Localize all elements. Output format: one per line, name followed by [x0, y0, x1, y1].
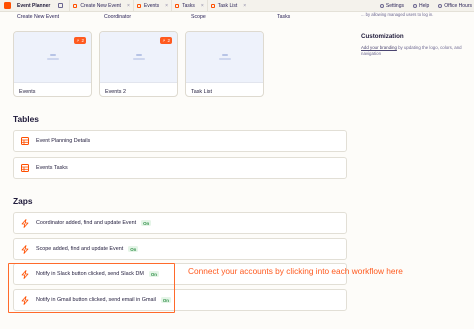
- zap-icon: ⚡: [162, 37, 166, 43]
- add-branding-link[interactable]: Add your branding: [361, 45, 397, 50]
- status-badge: On: [141, 220, 152, 226]
- interface-card-label: Events 2: [105, 89, 126, 95]
- table-icon: [21, 137, 29, 145]
- settings-button[interactable]: Settings: [379, 3, 404, 9]
- tab-events[interactable]: Events ×: [132, 0, 171, 11]
- interface-preview: [186, 32, 263, 83]
- page-icon: [210, 3, 215, 8]
- zap-row-label: Scope added, find and update Event: [36, 246, 124, 252]
- table-icon: [21, 164, 29, 172]
- zap-icon: [21, 218, 29, 228]
- app-logo: [4, 2, 11, 9]
- interface-card-scope[interactable]: Scope: [187, 12, 206, 21]
- page-icon: [136, 3, 141, 8]
- tab-tasks[interactable]: Tasks ×: [171, 0, 207, 11]
- zap-icon: ⚡: [76, 37, 80, 43]
- help-icon: [413, 3, 417, 8]
- zap-icon: [21, 244, 29, 254]
- table-row-label: Event Planning Details: [36, 138, 91, 144]
- callout-highlight-box: [8, 263, 175, 313]
- interface-card-events[interactable]: ⚡ 2 Events: [13, 31, 92, 97]
- sidebar-description: ... by allowing managed users to log in.: [361, 12, 434, 17]
- zap-count-badge: ⚡ 2: [74, 37, 86, 44]
- close-icon[interactable]: ×: [165, 3, 168, 9]
- zap-count-badge: ⚡ 2: [160, 37, 172, 44]
- gear-icon: [379, 3, 384, 8]
- close-icon[interactable]: ×: [243, 3, 246, 9]
- tab-create-new-event[interactable]: Create New Event ×: [69, 0, 133, 11]
- close-icon[interactable]: ×: [201, 3, 204, 9]
- calendar-icon: [438, 3, 443, 8]
- tab-task-list[interactable]: Task List ×: [206, 0, 249, 11]
- tables-heading: Tables: [13, 114, 39, 124]
- callout-text: Connect your accounts by clicking into e…: [188, 266, 403, 276]
- interface-card-label: Task List: [191, 89, 212, 95]
- zap-row-label: Coordinator added, find and update Event: [36, 220, 137, 226]
- interface-card-coordinator[interactable]: Coordinator: [100, 12, 131, 21]
- status-badge: On: [128, 246, 139, 252]
- page-icon: [175, 3, 180, 8]
- zap-row-scope[interactable]: Scope added, find and update Event On: [13, 238, 347, 260]
- help-button[interactable]: Help: [413, 3, 429, 9]
- office-hours-button[interactable]: Office Hours: [438, 3, 472, 9]
- interface-card-tasks[interactable]: Tasks: [273, 12, 290, 21]
- close-icon[interactable]: ×: [127, 3, 130, 9]
- interface-card-create-new-event[interactable]: Create New Event: [13, 12, 59, 21]
- page-icon: [73, 3, 78, 8]
- interface-card-events-2[interactable]: ⚡ 2 Events 2: [99, 31, 178, 97]
- table-row-events-tasks[interactable]: Events Tasks: [13, 157, 347, 179]
- interface-card-label: Events: [19, 89, 36, 95]
- tab-bar: Event Planner Create New Event × Events …: [0, 0, 474, 12]
- app-name: Event Planner: [17, 2, 51, 9]
- duplicate-icon[interactable]: [58, 3, 64, 8]
- table-row-event-planning-details[interactable]: Event Planning Details: [13, 130, 347, 152]
- customization-heading: Customization: [361, 33, 404, 40]
- zap-row-coordinator[interactable]: Coordinator added, find and update Event…: [13, 212, 347, 234]
- table-row-label: Events Tasks: [36, 165, 68, 171]
- zaps-heading: Zaps: [13, 196, 33, 206]
- customization-text: Add your branding by updating the logo, …: [361, 45, 462, 56]
- interface-card-task-list[interactable]: Task List: [185, 31, 264, 97]
